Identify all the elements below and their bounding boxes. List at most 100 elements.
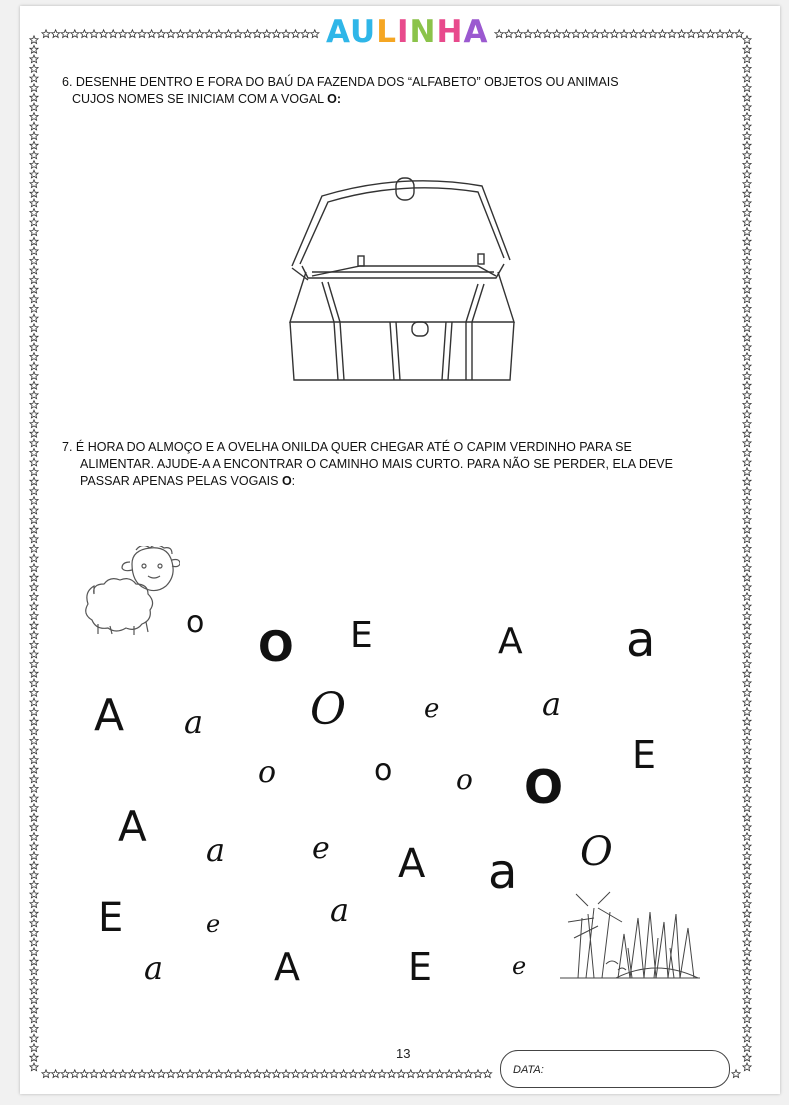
border-star <box>742 169 752 179</box>
border-star <box>742 880 752 889</box>
border-star <box>29 467 39 476</box>
border-star <box>483 1069 493 1078</box>
border-star <box>79 29 89 38</box>
border-star <box>29 294 39 304</box>
maze-letter: A <box>398 841 426 887</box>
border-star <box>29 83 39 92</box>
border-star <box>742 256 752 265</box>
border-star <box>742 409 752 419</box>
border-star <box>233 29 243 38</box>
border-star <box>29 438 39 448</box>
border-star <box>310 29 320 38</box>
border-star <box>60 1069 70 1078</box>
border-star <box>742 544 752 553</box>
border-star <box>29 121 39 131</box>
maze-letter: A <box>118 802 147 851</box>
maze-letter: E <box>408 945 433 989</box>
border-star <box>742 630 752 640</box>
border-star <box>742 678 752 688</box>
border-star <box>29 352 39 361</box>
border-star <box>99 29 109 38</box>
border-star <box>89 29 99 38</box>
border-star <box>29 428 39 438</box>
border-star <box>29 371 39 380</box>
border-star <box>29 457 39 467</box>
border-star <box>696 29 706 38</box>
border-star <box>29 275 39 284</box>
border-star <box>29 496 39 505</box>
border-star <box>29 256 39 265</box>
border-star <box>252 1069 262 1078</box>
border-star <box>41 29 51 38</box>
border-star <box>291 1069 301 1078</box>
border-star <box>742 640 752 649</box>
border-star <box>29 1043 39 1052</box>
border-star <box>742 294 752 304</box>
border-star <box>742 620 752 630</box>
border-star <box>319 1069 329 1078</box>
border-star <box>204 29 214 38</box>
border-star <box>29 716 39 726</box>
border-star <box>742 601 752 611</box>
maze-letter: o <box>374 753 393 788</box>
border-star <box>51 1069 61 1078</box>
border-star <box>742 198 752 208</box>
border-star <box>742 496 752 505</box>
border-star <box>667 29 677 38</box>
question-6-line1: 6. DESENHE DENTRO E FORA DO BAÚ DA FAZEN… <box>62 75 619 89</box>
border-star <box>742 764 752 774</box>
border-star <box>271 1069 281 1078</box>
border-star <box>29 611 39 620</box>
border-star <box>29 179 39 188</box>
border-star <box>742 265 752 275</box>
border-star <box>29 784 39 793</box>
border-star <box>29 131 39 140</box>
border-star <box>715 29 725 38</box>
border-star <box>742 1043 752 1052</box>
border-star <box>300 1069 310 1078</box>
border-star <box>29 736 39 745</box>
border-star <box>742 93 752 102</box>
border-star <box>29 73 39 83</box>
border-star <box>175 1069 185 1078</box>
border-star <box>137 29 147 38</box>
border-star <box>29 313 39 323</box>
border-star <box>29 668 39 678</box>
border-star <box>166 29 176 38</box>
date-field[interactable]: DATA: <box>500 1050 730 1088</box>
border-star <box>29 544 39 553</box>
border-star <box>742 179 752 188</box>
border-star <box>638 29 648 38</box>
sheep-image <box>85 546 180 635</box>
border-star <box>29 880 39 889</box>
border-star <box>29 563 39 572</box>
border-star <box>29 870 39 880</box>
maze-letter: e <box>206 910 221 938</box>
border-star <box>108 29 118 38</box>
maze-letter: E <box>98 895 124 941</box>
border-star <box>147 29 157 38</box>
border-star <box>742 54 752 64</box>
border-star <box>29 237 39 246</box>
border-star <box>108 1069 118 1078</box>
border-star <box>137 1069 147 1078</box>
border-star <box>223 29 233 38</box>
border-star <box>310 1069 320 1078</box>
border-star <box>29 198 39 208</box>
border-star <box>214 29 224 38</box>
border-star <box>29 553 39 563</box>
border-star <box>29 592 39 601</box>
worksheet-page: AULINHA 6. DESENHE DENTRO E FORA DO BAÚ … <box>20 6 780 1094</box>
border-star <box>504 29 514 38</box>
border-star <box>742 668 752 678</box>
border-star <box>29 284 39 294</box>
border-star <box>742 73 752 83</box>
logo-letter: U <box>350 14 377 50</box>
border-star <box>463 1069 473 1078</box>
border-star <box>29 448 39 457</box>
border-star <box>742 323 752 332</box>
border-star <box>686 29 696 38</box>
border-star <box>29 841 39 851</box>
border-star <box>742 976 752 985</box>
border-star <box>742 275 752 284</box>
